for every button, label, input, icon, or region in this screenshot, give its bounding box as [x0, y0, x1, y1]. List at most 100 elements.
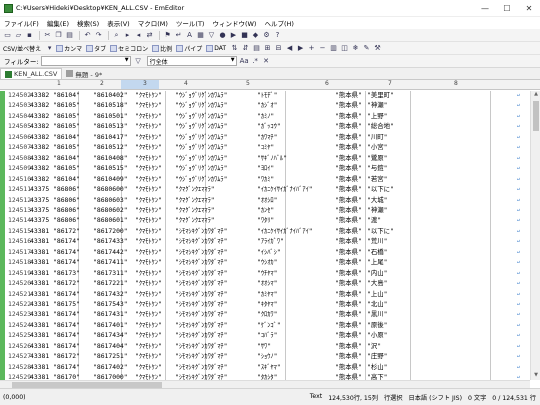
cell-pref-kana[interactable]: "ｸﾏﾓﾄｹﾝ": [135, 321, 162, 331]
table-row[interactable]: 124507 43382 "86105" "8610512" "ｸﾏﾓﾄｹﾝ" "ｳｼﾞｮ…: [5, 143, 530, 153]
cell-pref-kanji[interactable]: "熊本県": [335, 185, 362, 195]
cell-city-kana[interactable]: "ｳｼﾞｮｳﾞﾘｸﾞﾝｶﾜﾑﾗ": [175, 112, 227, 122]
cell-town-kanji[interactable]: "北山": [367, 300, 387, 310]
cell-town-kana[interactable]: "ｷﾀﾔﾏ": [257, 300, 277, 310]
column-left-icon[interactable]: ◀: [285, 44, 294, 53]
cell-town-kanji[interactable]: "神瀬": [367, 101, 387, 111]
case-icon[interactable]: Aa: [240, 57, 249, 66]
new-file-icon[interactable]: ▭: [3, 31, 12, 40]
undo-icon[interactable]: ↶: [83, 31, 92, 40]
table-row[interactable]: 124504 43382 "86105" "8610501" "ｸﾏﾓﾄｹﾝ" "ｳｼﾞｮ…: [5, 112, 530, 122]
freeze-icon[interactable]: ❄: [351, 44, 360, 53]
cell-zip-code[interactable]: "8610515": [93, 164, 128, 174]
cell-old-zip[interactable]: "86172": [53, 279, 80, 289]
cell-town-kanji[interactable]: "小宮": [367, 143, 387, 153]
cell-pref-kana[interactable]: "ｸﾏﾓﾄｹﾝ": [135, 279, 162, 289]
table-row[interactable]: 124518 43381 "86174" "8617411" "ｸﾏﾓﾄｹﾝ" "ｼﾓﾏｼ…: [5, 258, 530, 268]
table-row[interactable]: 124514 43375 "86806" "8680601" "ｸﾏﾓﾄｹﾝ" "ｸﾏｸﾞ…: [5, 216, 530, 226]
cell-zip-code[interactable]: "8680602": [93, 206, 128, 216]
find-next-icon[interactable]: ▸: [123, 31, 132, 40]
cell-town-kanji[interactable]: "以下に": [367, 227, 394, 237]
table-row[interactable]: 124510 43382 "86104" "8610409" "ｸﾏﾓﾄｹﾝ" "ｳｼﾞｮ…: [5, 175, 530, 185]
cell-town-kanji[interactable]: "大島": [367, 279, 387, 289]
cell-old-zip[interactable]: "86174": [53, 248, 80, 258]
cell-town-kana[interactable]: "ｳﾁﾔﾏ": [257, 269, 277, 279]
cell-town-kanji[interactable]: "以下に": [367, 185, 394, 195]
cell-zip-code[interactable]: "8617433": [93, 237, 128, 247]
filter-clear-icon[interactable]: ✕: [262, 57, 271, 66]
cell-zip-code[interactable]: "8617401": [93, 321, 128, 331]
cell-jis-code[interactable]: 43381: [30, 269, 49, 279]
cell-pref-kana[interactable]: "ｸﾏﾓﾄｹﾝ": [135, 206, 162, 216]
csv-menu-icon[interactable]: ▾: [45, 44, 54, 53]
cell-pref-kana[interactable]: "ｸﾏﾓﾄｹﾝ": [135, 258, 162, 268]
cell-pref-kanji[interactable]: "熊本県": [335, 321, 362, 331]
table-row[interactable]: 124503 43382 "86105" "8610518" "ｸﾏﾓﾄｹﾝ" "ｳｼﾞｮ…: [5, 101, 530, 111]
table-row[interactable]: 124512 43375 "86806" "8680603" "ｸﾏﾓﾄｹﾝ" "ｸﾏｸﾞ…: [5, 196, 530, 206]
cell-town-kana[interactable]: "ﾖﾛｲ": [257, 164, 274, 174]
cell-city-kana[interactable]: "ｼﾓﾏｼｷｸﾞﾝｶﾜﾀﾞﾏﾁ": [175, 258, 227, 268]
table-row[interactable]: 124509 43382 "86105" "8610515" "ｸﾏﾓﾄｹﾝ" "ｳｼﾞｮ…: [5, 164, 530, 174]
cell-jis-code[interactable]: 43381: [30, 290, 49, 300]
cell-zip-code[interactable]: "8680603": [93, 196, 128, 206]
cell-town-kana[interactable]: "ｲｶﾆｹｲｻｲｶﾞﾅｲﾊﾞｱｲ": [257, 185, 313, 195]
filter-apply-icon[interactable]: ▽: [134, 57, 143, 66]
cell-pref-kana[interactable]: "ｸﾏﾓﾄｹﾝ": [135, 373, 162, 380]
cell-city-kana[interactable]: "ｸﾏｸﾞﾝｸｴﾏﾏﾗ": [175, 206, 215, 216]
regex-icon[interactable]: .*: [251, 57, 260, 66]
cell-town-kana[interactable]: "ｼｮｳﾉ": [257, 352, 277, 362]
cell-town-kanji[interactable]: "渡": [367, 216, 381, 226]
cell-jis-code[interactable]: 43382: [30, 175, 49, 185]
cell-old-zip[interactable]: "86105": [53, 164, 80, 174]
cell-zip-code[interactable]: "8610501": [93, 112, 128, 122]
cell-pref-kana[interactable]: "ｸﾏﾓﾄｹﾝ": [135, 237, 162, 247]
table-row[interactable]: 124527 43381 "86172" "8617251" "ｸﾏﾓﾄｹﾝ" "ｼﾓﾏｼ…: [5, 352, 530, 362]
cell-zip-code[interactable]: "8610409": [93, 175, 128, 185]
horizontal-scrollbar[interactable]: [0, 380, 530, 388]
cell-city-kana[interactable]: "ｼﾓﾏｼｷｸﾞﾝｶﾜﾀﾞﾏﾁ": [175, 331, 227, 341]
cell-jis-code[interactable]: 43381: [30, 300, 49, 310]
cell-town-kanji[interactable]: "杉山": [367, 363, 387, 373]
cell-zip-code[interactable]: "8610512": [93, 143, 128, 153]
cell-city-kana[interactable]: "ｳｼﾞｮｳﾞﾘｸﾞﾝｶﾜﾑﾗ": [175, 101, 227, 111]
cell-jis-code[interactable]: 43381: [30, 248, 49, 258]
hide-column-icon[interactable]: ◫: [340, 44, 349, 53]
csv-semicolon-button[interactable]: セミコロン: [110, 44, 148, 53]
cell-town-kanji[interactable]: "沢": [367, 342, 381, 352]
cell-old-zip[interactable]: "86104": [53, 91, 80, 101]
table-row[interactable]: 124516 43381 "86174" "8617433" "ｸﾏﾓﾄｹﾝ" "ｼﾓﾏｼ…: [5, 237, 530, 247]
cell-jis-code[interactable]: 43381: [30, 279, 49, 289]
cell-pref-kana[interactable]: "ｸﾏﾓﾄｹﾝ": [135, 342, 162, 352]
cell-city-kana[interactable]: "ｼﾓﾏｼｷｸﾞﾝｶﾜﾀﾞﾏﾁ": [175, 290, 227, 300]
csv-grid[interactable]: 124502 43382 "86104" "8610402" "ｸﾏﾓﾄｹﾝ" "ｳｼﾞｮ…: [0, 91, 540, 380]
header-icon[interactable]: ▤: [252, 44, 261, 53]
cell-pref-kanji[interactable]: "熊本県": [335, 352, 362, 362]
table-row[interactable]: 124528 43381 "86174" "8617402" "ｸﾏﾓﾄｹﾝ" "ｼﾓﾏｼ…: [5, 363, 530, 373]
cell-pref-kanji[interactable]: "熊本県": [335, 112, 362, 122]
cell-zip-code[interactable]: "8617434": [93, 331, 128, 341]
menu-search[interactable]: 検索(S): [73, 18, 103, 28]
cell-town-kanji[interactable]: "黒川": [367, 310, 387, 320]
menu-macro[interactable]: マクロ(M): [134, 18, 172, 28]
cell-town-kanji[interactable]: "総合地": [367, 122, 394, 132]
cell-town-kana[interactable]: "ｶﾜﾏﾁ": [257, 133, 277, 143]
menu-tools[interactable]: ツール(T): [172, 18, 209, 28]
cell-town-kana[interactable]: "ｵｵｼﾏ": [257, 279, 277, 289]
cell-city-kana[interactable]: "ｳｼﾞｮｳﾞﾘｸﾞﾝｶﾜﾑﾗ": [175, 133, 227, 143]
cell-jis-code[interactable]: 43382: [30, 122, 49, 132]
sort-desc-icon[interactable]: ⇵: [241, 44, 250, 53]
paste-icon[interactable]: ▤: [65, 31, 74, 40]
cell-city-kana[interactable]: "ｸﾏｸﾞﾝｸｴﾏﾏﾗ": [175, 216, 215, 226]
csv-sort-button[interactable]: CSV/並べ替え: [3, 44, 41, 53]
cell-pref-kana[interactable]: "ｸﾏﾓﾄｹﾝ": [135, 175, 162, 185]
cell-jis-code[interactable]: 43382: [30, 133, 49, 143]
cell-old-zip[interactable]: "86104": [53, 154, 80, 164]
cell-old-zip[interactable]: "86105": [53, 143, 80, 153]
cell-pref-kanji[interactable]: "熊本県": [335, 154, 362, 164]
cell-jis-code[interactable]: 43382: [30, 143, 49, 153]
cell-town-kanji[interactable]: "上尾": [367, 258, 387, 268]
cell-town-kanji[interactable]: "庄野": [367, 352, 387, 362]
table-row[interactable]: 124522 43381 "86175" "8617543" "ｸﾏﾓﾄｹﾝ" "ｼﾓﾏｼ…: [5, 300, 530, 310]
cell-pref-kana[interactable]: "ｸﾏﾓﾄｹﾝ": [135, 290, 162, 300]
cell-zip-code[interactable]: "8617432": [93, 290, 128, 300]
